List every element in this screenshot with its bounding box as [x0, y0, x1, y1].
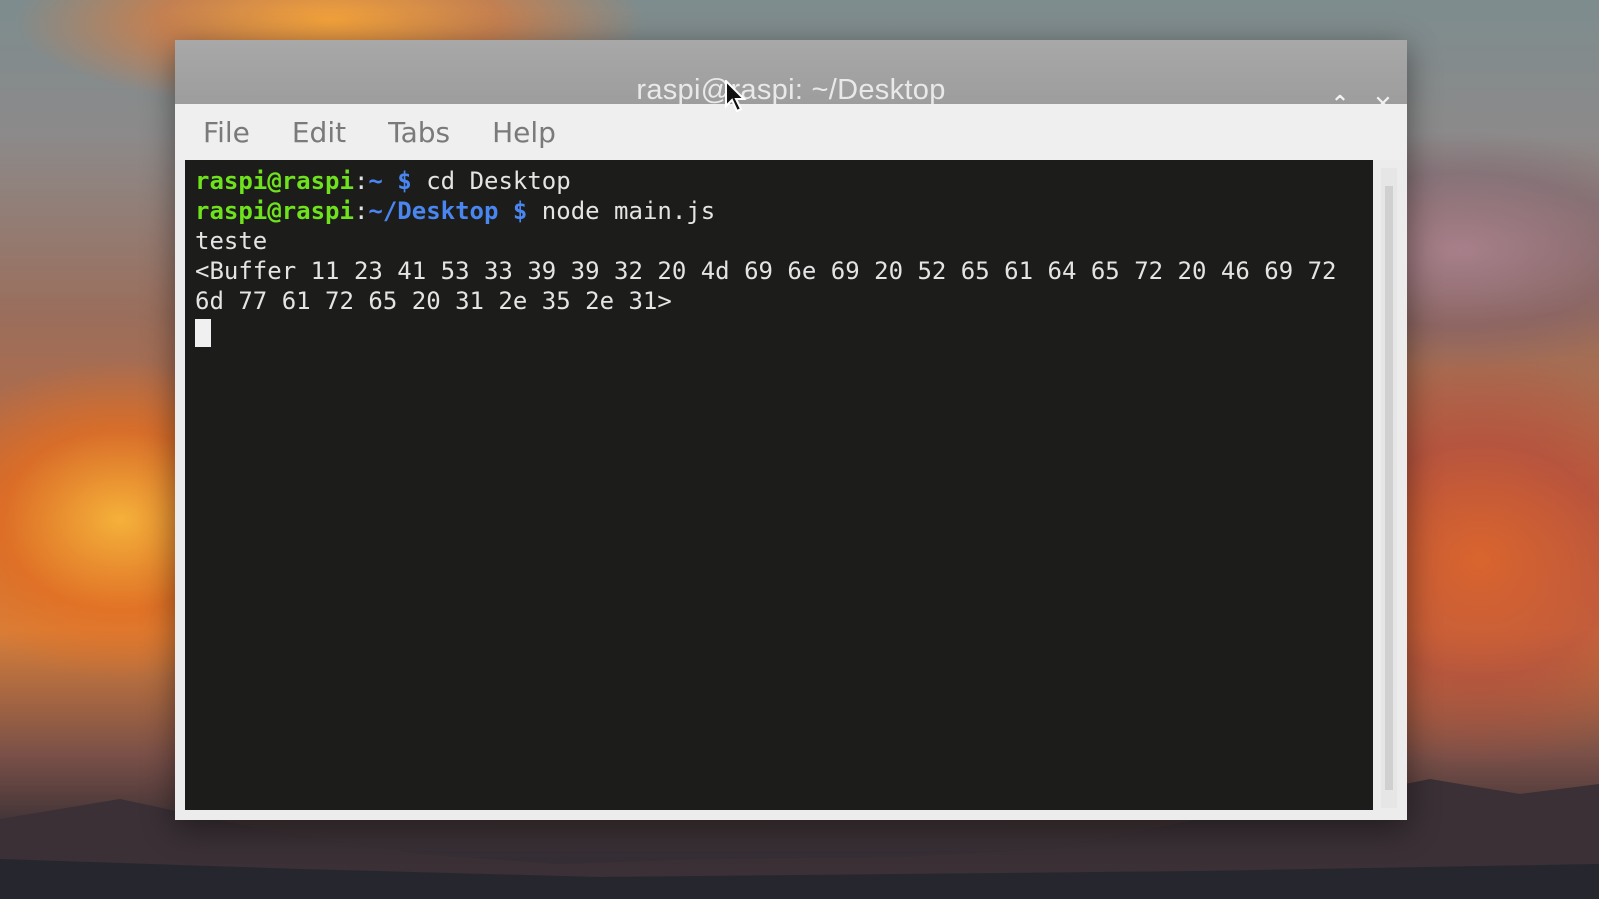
prompt-separator: : — [353, 167, 369, 195]
menu-file[interactable]: File — [197, 114, 256, 151]
input-line[interactable] — [195, 316, 1363, 347]
prompt-line: raspi@raspi:~/Desktop $ node main.js — [195, 196, 1363, 226]
vertical-scrollbar[interactable] — [1381, 168, 1397, 808]
command-text: cd Desktop — [411, 167, 571, 195]
prompt-line: raspi@raspi:~ $ cd Desktop — [195, 166, 1363, 196]
output-line: teste — [195, 227, 268, 255]
command-text: node main.js — [527, 197, 716, 225]
menu-edit[interactable]: Edit — [286, 114, 352, 151]
menu-bar: File Edit Tabs Help — [175, 104, 1407, 160]
title-bar[interactable]: raspi@raspi: ~/Desktop ⌄ ⌃ ✕ — [175, 40, 1407, 117]
menu-help[interactable]: Help — [486, 114, 562, 151]
prompt-path: ~ $ — [368, 167, 412, 195]
mouse-pointer-icon — [725, 80, 747, 113]
output-line: 6d 77 61 72 65 20 31 2e 35 2e 31> — [195, 287, 672, 315]
prompt-separator: : — [353, 197, 369, 225]
scrollbar-thumb[interactable] — [1385, 186, 1393, 790]
window-title: raspi@raspi: ~/Desktop — [636, 74, 946, 106]
prompt-user: raspi@raspi — [195, 167, 354, 195]
terminal-output-area[interactable]: raspi@raspi:~ $ cd Desktop raspi@raspi:~… — [185, 160, 1373, 810]
prompt-path: ~/Desktop $ — [368, 197, 528, 225]
menu-tabs[interactable]: Tabs — [382, 114, 456, 151]
terminal-window: raspi@raspi: ~/Desktop ⌄ ⌃ ✕ File Edit T… — [175, 40, 1407, 820]
text-cursor — [195, 319, 211, 347]
output-line: <Buffer 11 23 41 53 33 39 39 32 20 4d 69… — [195, 257, 1337, 285]
prompt-user: raspi@raspi — [195, 197, 354, 225]
